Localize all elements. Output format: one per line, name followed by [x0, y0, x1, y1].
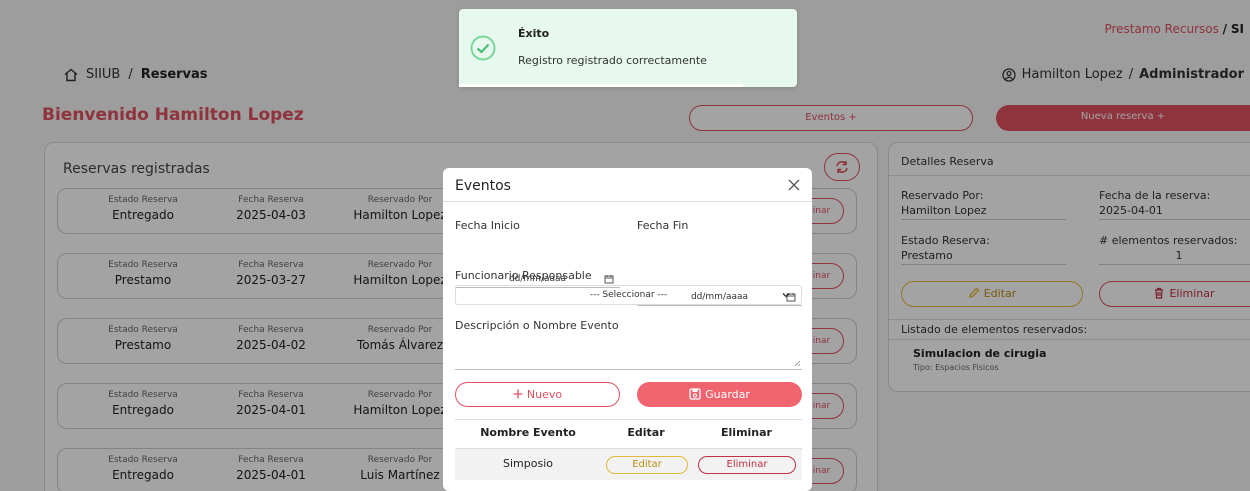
- fecha-fin-label: Fecha Fin: [637, 219, 689, 232]
- table-row: Simposio Editar Eliminar: [455, 448, 802, 480]
- nuevo-evento-button[interactable]: Nuevo: [455, 382, 620, 407]
- plus-icon: [513, 389, 523, 399]
- nuevo-label: Nuevo: [526, 388, 563, 401]
- descripcion-textarea[interactable]: [455, 336, 802, 370]
- resize-handle-icon[interactable]: [794, 360, 801, 367]
- page: Prestamo Recursos / SI SIIUB / Reservas …: [0, 0, 1250, 491]
- close-icon[interactable]: [788, 179, 800, 191]
- save-icon: [689, 388, 701, 400]
- modal-title: Eventos: [455, 178, 511, 194]
- check-circle-icon: [470, 35, 496, 61]
- eliminar-evento-button[interactable]: Eliminar: [698, 456, 796, 474]
- header-nombre: Nombre Evento: [480, 426, 576, 439]
- funcionario-select[interactable]: --- Seleccionar ---: [455, 285, 802, 305]
- header-editar: Editar: [627, 426, 665, 439]
- success-toast: Éxito Registro registrado correctamente: [459, 9, 797, 87]
- toast-title: Éxito: [518, 27, 550, 40]
- evento-nombre: Simposio: [503, 457, 553, 470]
- toast-progress-bar: [459, 84, 743, 87]
- table-top-border: [455, 419, 802, 420]
- header-eliminar: Eliminar: [721, 426, 772, 439]
- funcionario-label: Funcionario Responsable: [455, 269, 592, 282]
- eventos-modal: Eventos Fecha Inicio dd/mm/aaaa Fecha Fi…: [443, 168, 812, 491]
- toast-progress-track: [459, 84, 797, 87]
- fecha-inicio-label: Fecha Inicio: [455, 219, 520, 232]
- toast-message: Registro registrado correctamente: [518, 54, 707, 67]
- modal-header: Eventos: [443, 168, 812, 202]
- guardar-evento-button[interactable]: Guardar: [637, 382, 802, 407]
- guardar-label: Guardar: [705, 388, 750, 401]
- calendar-icon[interactable]: [604, 274, 614, 284]
- chevron-down-icon: [782, 293, 790, 298]
- eventos-table-header: Nombre Evento Editar Eliminar: [455, 426, 802, 448]
- descripcion-label: Descripción o Nombre Evento: [455, 319, 619, 332]
- editar-evento-button[interactable]: Editar: [606, 456, 688, 474]
- funcionario-selected: --- Seleccionar ---: [589, 290, 668, 300]
